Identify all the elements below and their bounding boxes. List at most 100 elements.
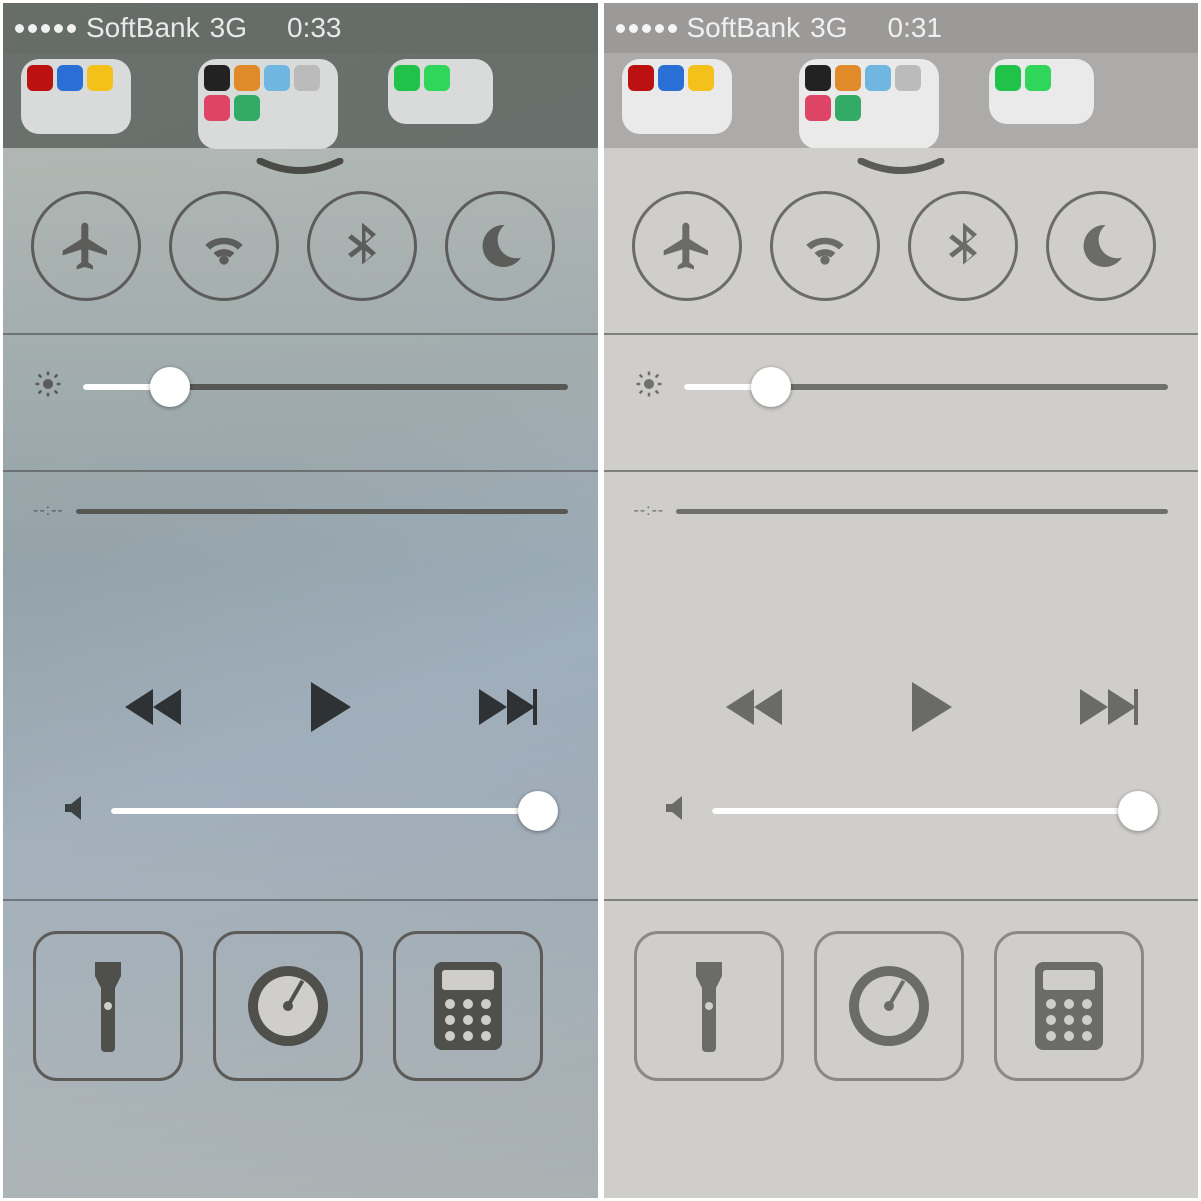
bluetooth-toggle[interactable] (908, 191, 1018, 301)
toggle-row (604, 191, 1199, 301)
control-center-sheet: --:-- (604, 148, 1199, 1198)
app-icon (835, 65, 861, 91)
status-bar: SoftBank 3G 0:33 (3, 3, 598, 53)
app-icon (865, 65, 891, 91)
forward-icon (473, 683, 537, 731)
rewind-icon (724, 683, 788, 731)
volume-slider[interactable] (111, 808, 538, 814)
flashlight-button[interactable] (33, 931, 183, 1081)
folder-3[interactable] (989, 59, 1094, 124)
app-icon (234, 65, 260, 91)
forward-button[interactable] (1074, 683, 1138, 731)
moon-icon (1073, 218, 1129, 274)
play-button[interactable] (307, 680, 353, 734)
toggle-row (3, 191, 598, 301)
shortcut-row (3, 901, 598, 1081)
app-icon (805, 95, 831, 121)
signal-dots-icon (15, 24, 76, 33)
signal-dots-icon (616, 24, 677, 33)
app-icon (204, 65, 230, 91)
folder-3[interactable] (388, 59, 493, 124)
calculator-button[interactable] (393, 931, 543, 1081)
rewind-button[interactable] (123, 683, 187, 731)
music-section: --:-- (604, 472, 1199, 867)
wifi-icon (797, 218, 853, 274)
flashlight-icon (684, 956, 734, 1056)
play-button[interactable] (908, 680, 954, 734)
airplane-toggle[interactable] (31, 191, 141, 301)
app-icon (87, 65, 113, 91)
rewind-icon (123, 683, 187, 731)
timer-button[interactable] (814, 931, 964, 1081)
speaker-icon (664, 794, 688, 827)
rewind-button[interactable] (724, 683, 788, 731)
volume-slider[interactable] (712, 808, 1139, 814)
scrubber-row: --:-- (33, 502, 568, 520)
grabber-handle[interactable] (255, 158, 345, 176)
app-icon (688, 65, 714, 91)
shortcut-row (604, 901, 1199, 1081)
calculator-icon (428, 958, 508, 1054)
airplane-toggle[interactable] (632, 191, 742, 301)
network-label: 3G (210, 12, 247, 44)
calculator-icon (1029, 958, 1109, 1054)
scrubber[interactable] (676, 509, 1168, 514)
app-icon (424, 65, 450, 91)
elapsed-label: --:-- (33, 502, 64, 520)
app-icon (57, 65, 83, 91)
app-icon (394, 65, 420, 91)
folder-1[interactable] (622, 59, 732, 134)
volume-row (634, 734, 1169, 867)
dnd-toggle[interactable] (445, 191, 555, 301)
airplane-icon (659, 218, 715, 274)
app-icon (658, 65, 684, 91)
volume-row (33, 734, 568, 867)
folder-1[interactable] (21, 59, 131, 134)
sun-icon (33, 369, 63, 404)
bluetooth-toggle[interactable] (307, 191, 417, 301)
home-icons-row (604, 53, 1199, 148)
elapsed-label: --:-- (634, 502, 665, 520)
scrubber-row: --:-- (634, 502, 1169, 520)
grabber-handle[interactable] (856, 158, 946, 176)
carrier-label: SoftBank (687, 12, 801, 44)
control-center-sheet: --:-- (3, 148, 598, 1198)
airplane-icon (58, 218, 114, 274)
transport-controls (33, 680, 568, 734)
wifi-toggle[interactable] (169, 191, 279, 301)
screenshot-right: SoftBank 3G 0:31 (604, 3, 1199, 1198)
timer-icon (844, 961, 934, 1051)
timer-button[interactable] (213, 931, 363, 1081)
app-icon (895, 65, 921, 91)
timer-icon (243, 961, 333, 1051)
folder-2[interactable] (198, 59, 338, 149)
brightness-slider[interactable] (83, 384, 568, 390)
clock-label: 0:33 (287, 12, 342, 44)
clock-label: 0:31 (888, 12, 943, 44)
app-icon (294, 65, 320, 91)
status-bar: SoftBank 3G 0:31 (604, 3, 1199, 53)
dnd-toggle[interactable] (1046, 191, 1156, 301)
transport-controls (634, 680, 1169, 734)
brightness-row (3, 335, 598, 438)
flashlight-icon (83, 956, 133, 1056)
app-icon (995, 65, 1021, 91)
brightness-slider[interactable] (684, 384, 1169, 390)
app-icon (1025, 65, 1051, 91)
app-icon (805, 65, 831, 91)
calculator-button[interactable] (994, 931, 1144, 1081)
app-icon (835, 95, 861, 121)
forward-button[interactable] (473, 683, 537, 731)
app-icon (27, 65, 53, 91)
brightness-row (604, 335, 1199, 438)
wifi-toggle[interactable] (770, 191, 880, 301)
scrubber[interactable] (76, 509, 568, 514)
folder-2[interactable] (799, 59, 939, 149)
network-label: 3G (810, 12, 847, 44)
bluetooth-icon (935, 218, 991, 274)
flashlight-button[interactable] (634, 931, 784, 1081)
screenshot-left: SoftBank 3G 0:33 (3, 3, 598, 1198)
speaker-icon (63, 794, 87, 827)
app-icon (204, 95, 230, 121)
carrier-label: SoftBank (86, 12, 200, 44)
